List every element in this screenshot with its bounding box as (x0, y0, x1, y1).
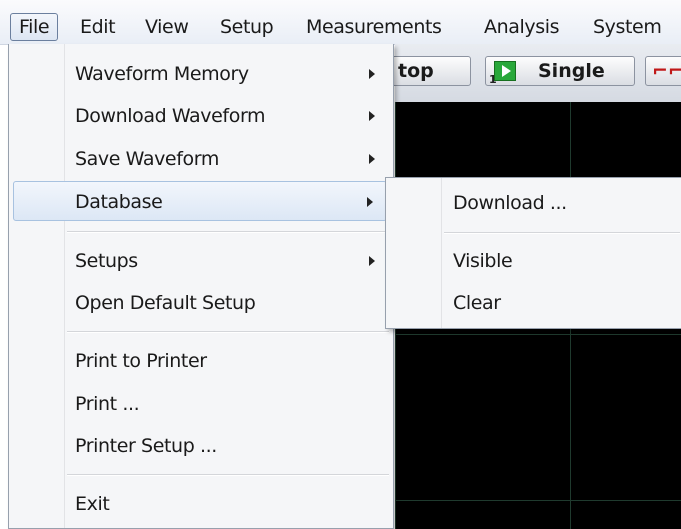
submenu-item-download[interactable]: Download ... (386, 183, 681, 223)
menu-setup[interactable]: Setup (212, 13, 281, 41)
database-submenu: Download ... Visible Clear (385, 177, 681, 329)
menu-item-save-waveform[interactable]: Save Waveform (9, 139, 393, 179)
menu-item-download-waveform[interactable]: Download Waveform (9, 96, 393, 136)
menu-edit[interactable]: Edit (72, 13, 123, 41)
menu-measurements[interactable]: Measurements (298, 13, 450, 41)
submenu-arrow-icon (369, 256, 375, 266)
file-menu: Waveform Memory Download Waveform Save W… (8, 44, 394, 529)
menu-item-label: Setups (75, 250, 138, 272)
menu-item-setups[interactable]: Setups (9, 241, 393, 281)
menu-item-label: Print ... (75, 393, 140, 415)
menu-separator (67, 331, 389, 333)
menu-item-print-to-printer[interactable]: Print to Printer (9, 341, 393, 381)
menu-item-label: Open Default Setup (75, 292, 256, 314)
menu-file[interactable]: File (10, 13, 59, 41)
menu-item-label: Waveform Memory (75, 63, 249, 85)
menu-item-database[interactable]: Database (13, 181, 387, 221)
submenu-item-label: Visible (453, 250, 513, 272)
menu-item-label: Print to Printer (75, 350, 207, 372)
trigger-mode-button[interactable]: ⌐⌐ (645, 56, 681, 86)
stop-button[interactable]: top (385, 56, 471, 86)
square-wave-icon: ⌐⌐ (652, 60, 681, 82)
stop-button-label: top (398, 60, 434, 82)
menu-view[interactable]: View (137, 13, 197, 41)
submenu-item-clear[interactable]: Clear (386, 283, 681, 323)
menu-item-label: Exit (75, 493, 110, 515)
single-run-icon (494, 61, 516, 81)
single-button[interactable]: 1 Single (485, 56, 635, 86)
submenu-arrow-icon (369, 154, 375, 164)
submenu-item-visible[interactable]: Visible (386, 241, 681, 281)
menu-analysis[interactable]: Analysis (476, 13, 567, 41)
graticule-line (395, 334, 681, 335)
submenu-arrow-icon (369, 69, 375, 79)
menu-item-label: Save Waveform (75, 148, 219, 170)
menu-bar: File Edit View Setup Measurements Analys… (0, 0, 681, 45)
menu-item-waveform-memory[interactable]: Waveform Memory (9, 54, 393, 94)
menu-item-label: Download Waveform (75, 105, 266, 127)
menu-item-print[interactable]: Print ... (9, 384, 393, 424)
submenu-item-label: Clear (453, 292, 501, 314)
menu-item-label: Database (75, 191, 163, 213)
toolbar: top 1 Single ⌐⌐ (385, 44, 681, 103)
submenu-separator (444, 232, 680, 234)
menu-item-printer-setup[interactable]: Printer Setup ... (9, 426, 393, 466)
menu-system[interactable]: System (585, 13, 669, 41)
graticule-line (395, 500, 681, 501)
menu-item-label: Printer Setup ... (75, 435, 217, 457)
submenu-arrow-icon (369, 111, 375, 121)
menu-item-open-default-setup[interactable]: Open Default Setup (9, 283, 393, 323)
menu-separator (67, 231, 389, 233)
single-run-number: 1 (489, 73, 497, 86)
single-button-label: Single (538, 60, 605, 82)
submenu-item-label: Download ... (453, 192, 567, 214)
menu-item-exit[interactable]: Exit (9, 484, 393, 524)
menu-separator (67, 474, 389, 476)
submenu-arrow-icon (367, 197, 373, 207)
